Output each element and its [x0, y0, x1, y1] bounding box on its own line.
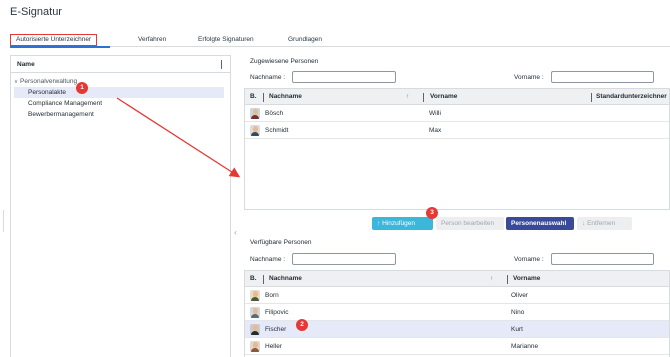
cell-lastname: Born	[265, 292, 279, 299]
table-row[interactable]: Filipovic Nino	[245, 304, 669, 321]
avatar	[250, 341, 260, 352]
edit-person-button[interactable]: Person bearbeiten	[436, 217, 504, 230]
avatar	[250, 125, 260, 136]
avatar	[250, 290, 260, 301]
column-separator[interactable]	[423, 93, 424, 102]
arrow-up-icon: ↑	[377, 220, 381, 227]
column-separator[interactable]	[507, 275, 508, 284]
tree-panel: Name ∨ Personalverwaltung Personalakte Co…	[10, 55, 231, 357]
tree-item-label: Personalverwaltung	[20, 78, 78, 85]
step-badge-2: 2	[296, 319, 308, 331]
cell-firstname: Kurt	[511, 326, 523, 333]
tab-bar: Autorisierte Unterzeichner Verfahren Erf…	[10, 34, 670, 48]
cell-lastname: Fischer	[265, 326, 287, 333]
tree-item-label: Compliance Management	[28, 100, 103, 107]
tree-column-header[interactable]: Name	[11, 56, 230, 73]
column-firstname[interactable]: Vorname	[430, 89, 457, 105]
page-title: E-Signatur	[10, 6, 62, 18]
active-tab-indicator	[10, 46, 110, 48]
column-separator[interactable]	[263, 275, 264, 284]
assigned-section-title: Zugewiesene Personen	[250, 58, 319, 65]
column-separator[interactable]	[221, 60, 222, 69]
cell-firstname: Willi	[429, 110, 441, 117]
column-firstname[interactable]: Vorname	[513, 271, 540, 287]
tab-basics[interactable]: Grundlagen	[288, 34, 322, 46]
step-badge-1: 1	[76, 82, 88, 94]
assigned-firstname-label: Vorname :	[514, 74, 544, 81]
person-selection-label: Personenauswahl	[511, 220, 567, 227]
available-lastname-input[interactable]	[292, 253, 396, 265]
cell-lastname: Filipovic	[265, 309, 289, 316]
column-separator[interactable]	[591, 93, 592, 102]
table-row[interactable]: Fischer Kurt	[245, 321, 669, 338]
tree-item-personalverwaltung[interactable]: ∨ Personalverwaltung	[11, 76, 230, 87]
cell-lastname: Schmidt	[265, 127, 289, 134]
add-button[interactable]: ↑ Hinzufügen	[372, 217, 433, 230]
avatar	[250, 324, 260, 335]
column-b[interactable]: B.	[250, 89, 257, 105]
left-panel-edge	[0, 210, 4, 232]
tree-item-label: Bewerbermanagement	[28, 111, 94, 118]
tree-item-compliance-management[interactable]: Compliance Management	[11, 98, 230, 109]
tab-completed-signatures[interactable]: Erfolgte Signaturen	[198, 34, 254, 46]
step-badge-3: 3	[426, 207, 438, 219]
column-default-signer[interactable]: Standardunterzeichner	[596, 89, 667, 105]
grid-header: B. Nachname ↑ Vorname	[245, 271, 669, 287]
column-separator[interactable]	[263, 93, 264, 102]
tree-item-personalakte[interactable]: Personalakte	[14, 87, 224, 98]
person-selection-button[interactable]: Personenauswahl	[506, 217, 574, 230]
remove-button-label: Entfernen	[587, 220, 616, 227]
cell-firstname: Nino	[511, 309, 525, 316]
avatar	[250, 307, 260, 318]
grid-header: B. Nachname ↑ Vorname Standardunterzeich…	[245, 89, 669, 105]
tree: ∨ Personalverwaltung Personalakte Complia…	[11, 73, 230, 120]
assigned-lastname-label: Nachname :	[250, 74, 286, 81]
arrow-up-icon[interactable]: ↑	[406, 89, 409, 105]
tab-procedures[interactable]: Verfahren	[138, 34, 166, 46]
arrow-down-icon: ↓	[582, 220, 586, 227]
remove-button[interactable]: ↓ Entfernen	[577, 217, 632, 230]
table-row[interactable]: Born Oliver	[245, 287, 669, 304]
cell-lastname: Bösch	[265, 110, 284, 117]
tree-item-label: Personalakte	[28, 89, 66, 96]
assigned-firstname-input[interactable]	[551, 71, 654, 83]
available-firstname-input[interactable]	[551, 253, 654, 265]
cell-firstname: Oliver	[511, 292, 528, 299]
column-lastname[interactable]: Nachname	[269, 89, 302, 105]
tree-item-bewerbermanagement[interactable]: Bewerbermanagement	[11, 109, 230, 120]
tree-header-label: Name	[17, 61, 35, 68]
tab-authorized-signers[interactable]: Autorisierte Unterzeichner	[10, 34, 98, 46]
assigned-persons-grid: B. Nachname ↑ Vorname Standardunterzeich…	[244, 88, 670, 210]
assigned-lastname-input[interactable]	[292, 71, 396, 83]
cell-firstname: Max	[429, 127, 442, 134]
cell-lastname: Heller	[265, 343, 282, 350]
cell-firstname: Marianne	[511, 343, 539, 350]
column-lastname[interactable]: Nachname	[269, 271, 302, 287]
chevron-left-icon[interactable]: ‹	[232, 222, 239, 244]
available-section-title: Verfügbare Personen	[250, 239, 312, 246]
table-row[interactable]: Bösch Willi	[245, 105, 669, 122]
avatar	[250, 108, 260, 119]
add-button-label: Hinzufügen	[382, 220, 415, 227]
table-row[interactable]: Schmidt Max	[245, 122, 669, 139]
table-row[interactable]: Heller Marianne	[245, 338, 669, 355]
available-persons-grid: B. Nachname ↑ Vorname Born Oliver Filipo…	[244, 270, 670, 357]
arrow-up-icon[interactable]: ↑	[490, 271, 493, 287]
available-lastname-label: Nachname :	[250, 256, 286, 263]
edit-person-label: Person bearbeiten	[441, 220, 495, 227]
available-firstname-label: Vorname :	[514, 256, 544, 263]
column-b[interactable]: B.	[250, 271, 257, 287]
